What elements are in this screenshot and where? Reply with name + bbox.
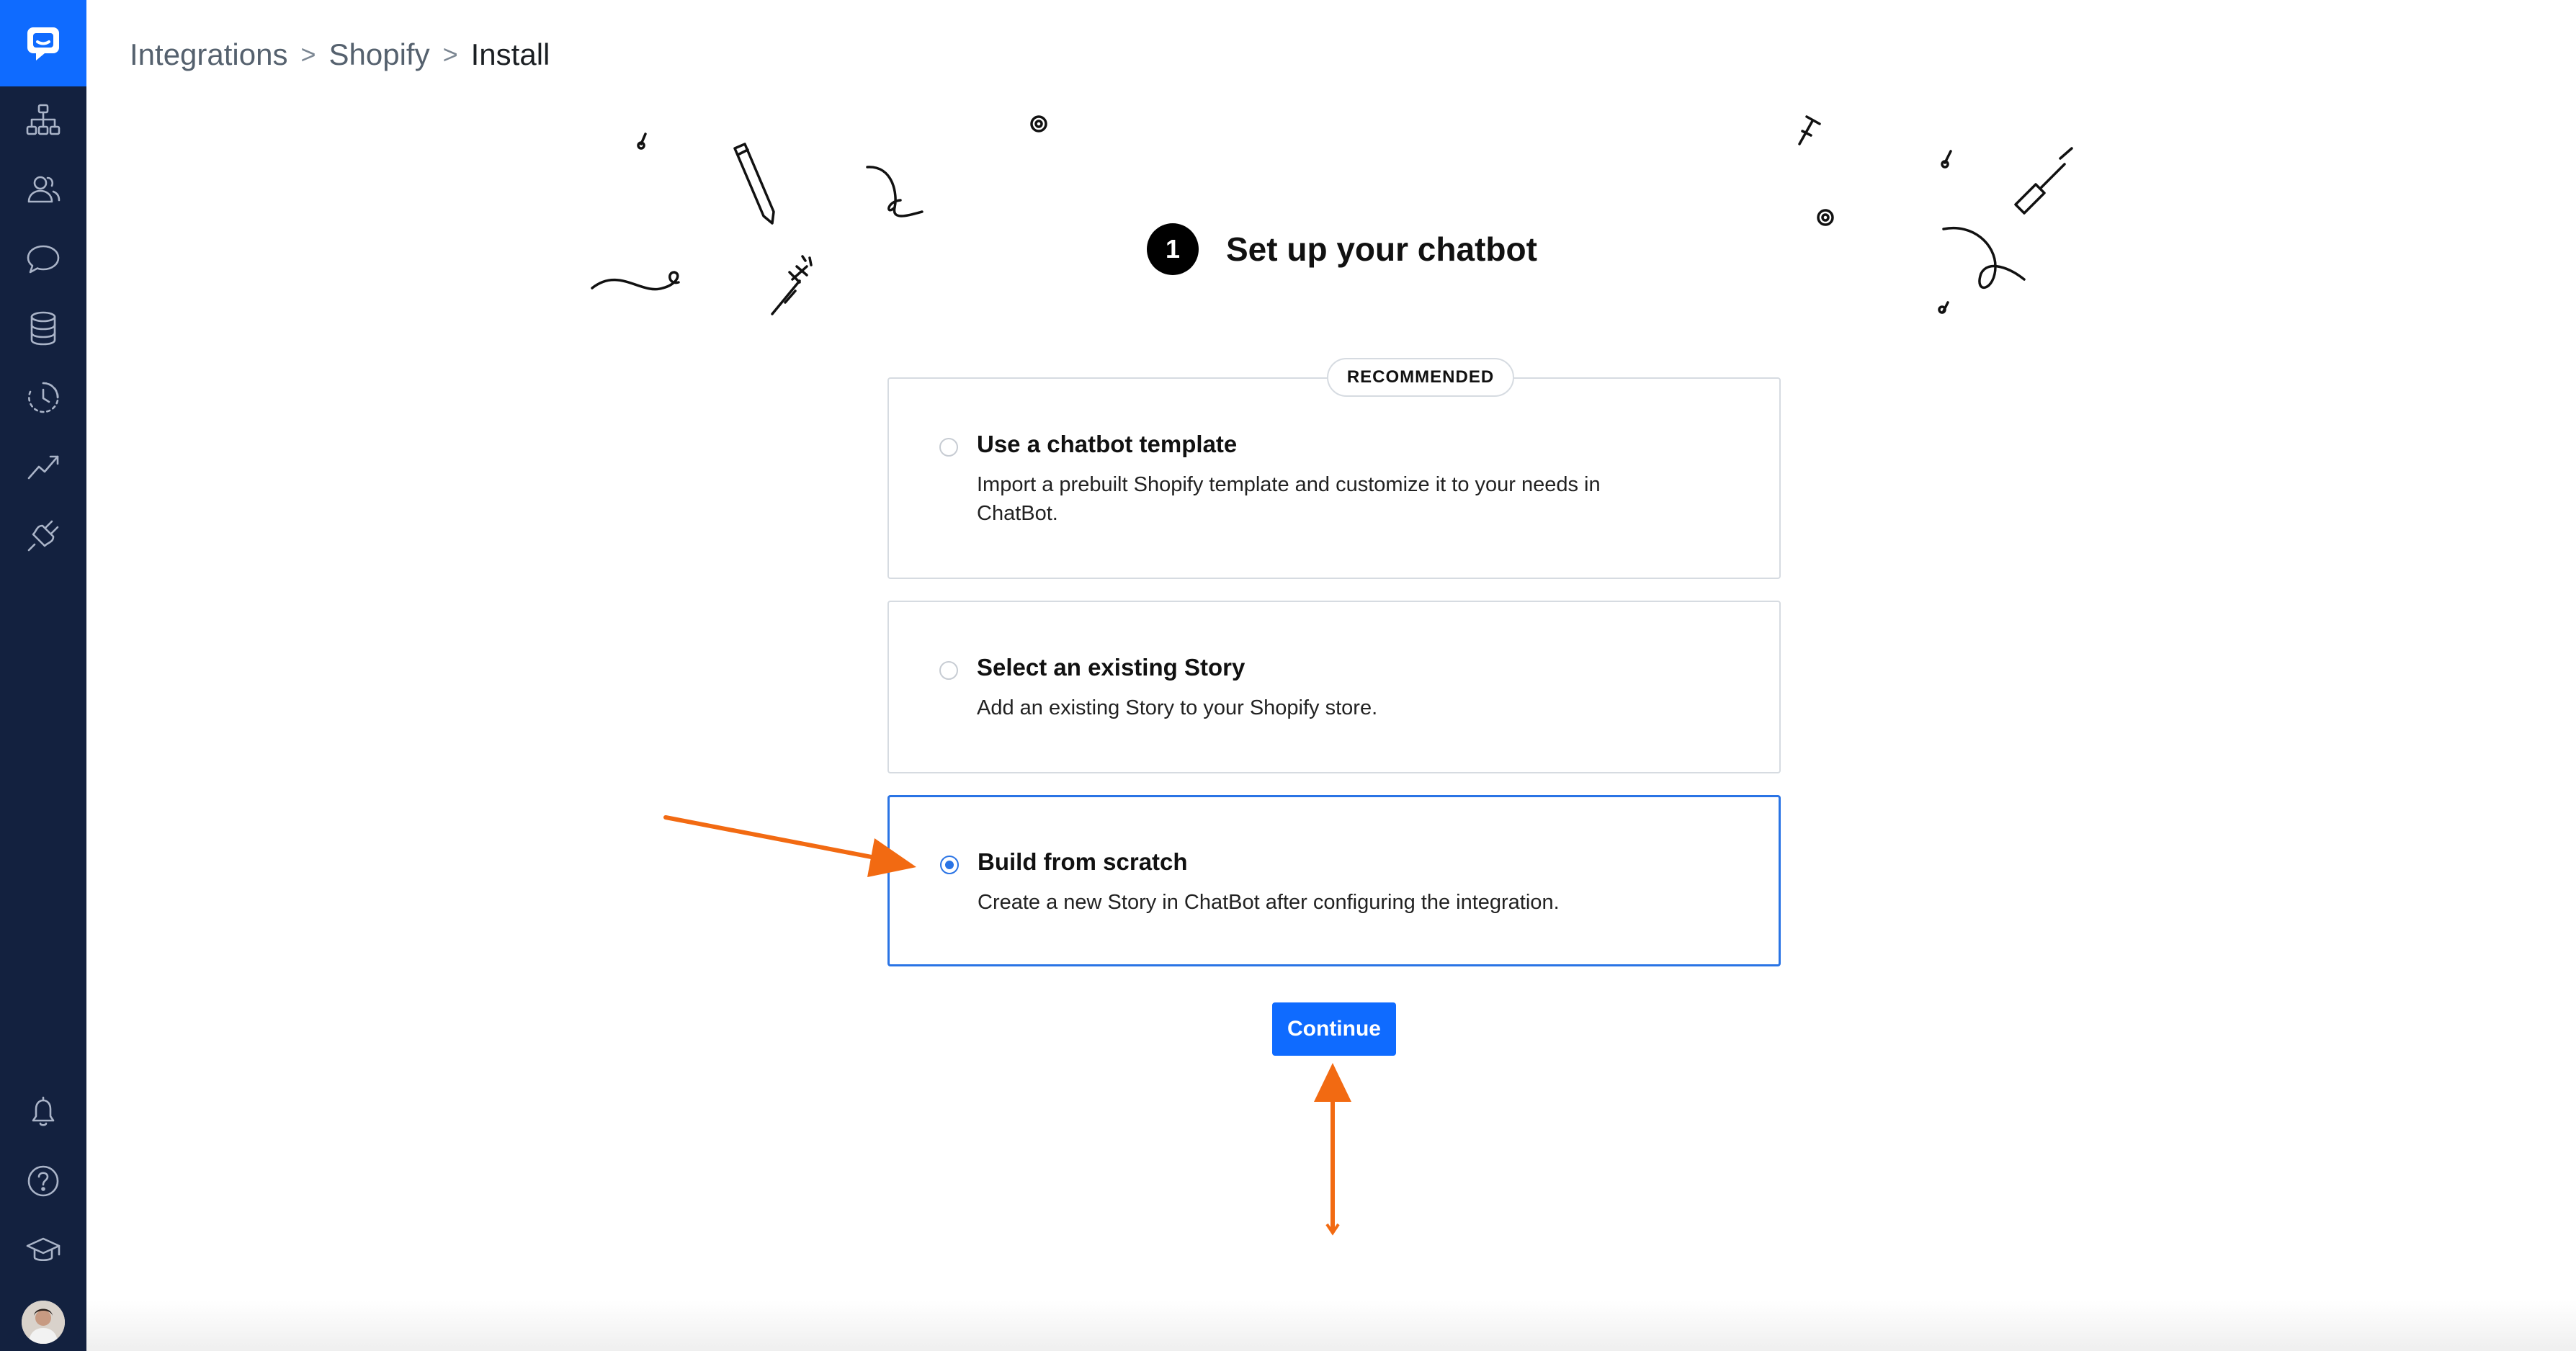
plug-icon[interactable]: [22, 514, 65, 557]
bottom-fade: [86, 1301, 2576, 1351]
bell-icon[interactable]: [22, 1090, 65, 1134]
arrow-icon: [1314, 1063, 1351, 1236]
users-icon[interactable]: [22, 169, 65, 212]
clock-icon[interactable]: [22, 376, 65, 419]
avatar[interactable]: [22, 1301, 65, 1344]
annotation-arrows: [663, 815, 1351, 1236]
chat-bubble-icon[interactable]: [22, 238, 65, 281]
main-content: Integrations > Shopify > Install 1 Set u…: [86, 0, 2576, 1351]
database-icon[interactable]: [22, 307, 65, 350]
sitemap-icon[interactable]: [22, 98, 65, 141]
sidebar: [0, 0, 86, 1351]
trend-icon[interactable]: [22, 445, 65, 488]
chatbot-logo-icon[interactable]: [0, 0, 86, 86]
arrow-icon: [663, 815, 916, 877]
help-icon[interactable]: [22, 1159, 65, 1203]
academy-icon[interactable]: [22, 1229, 65, 1272]
